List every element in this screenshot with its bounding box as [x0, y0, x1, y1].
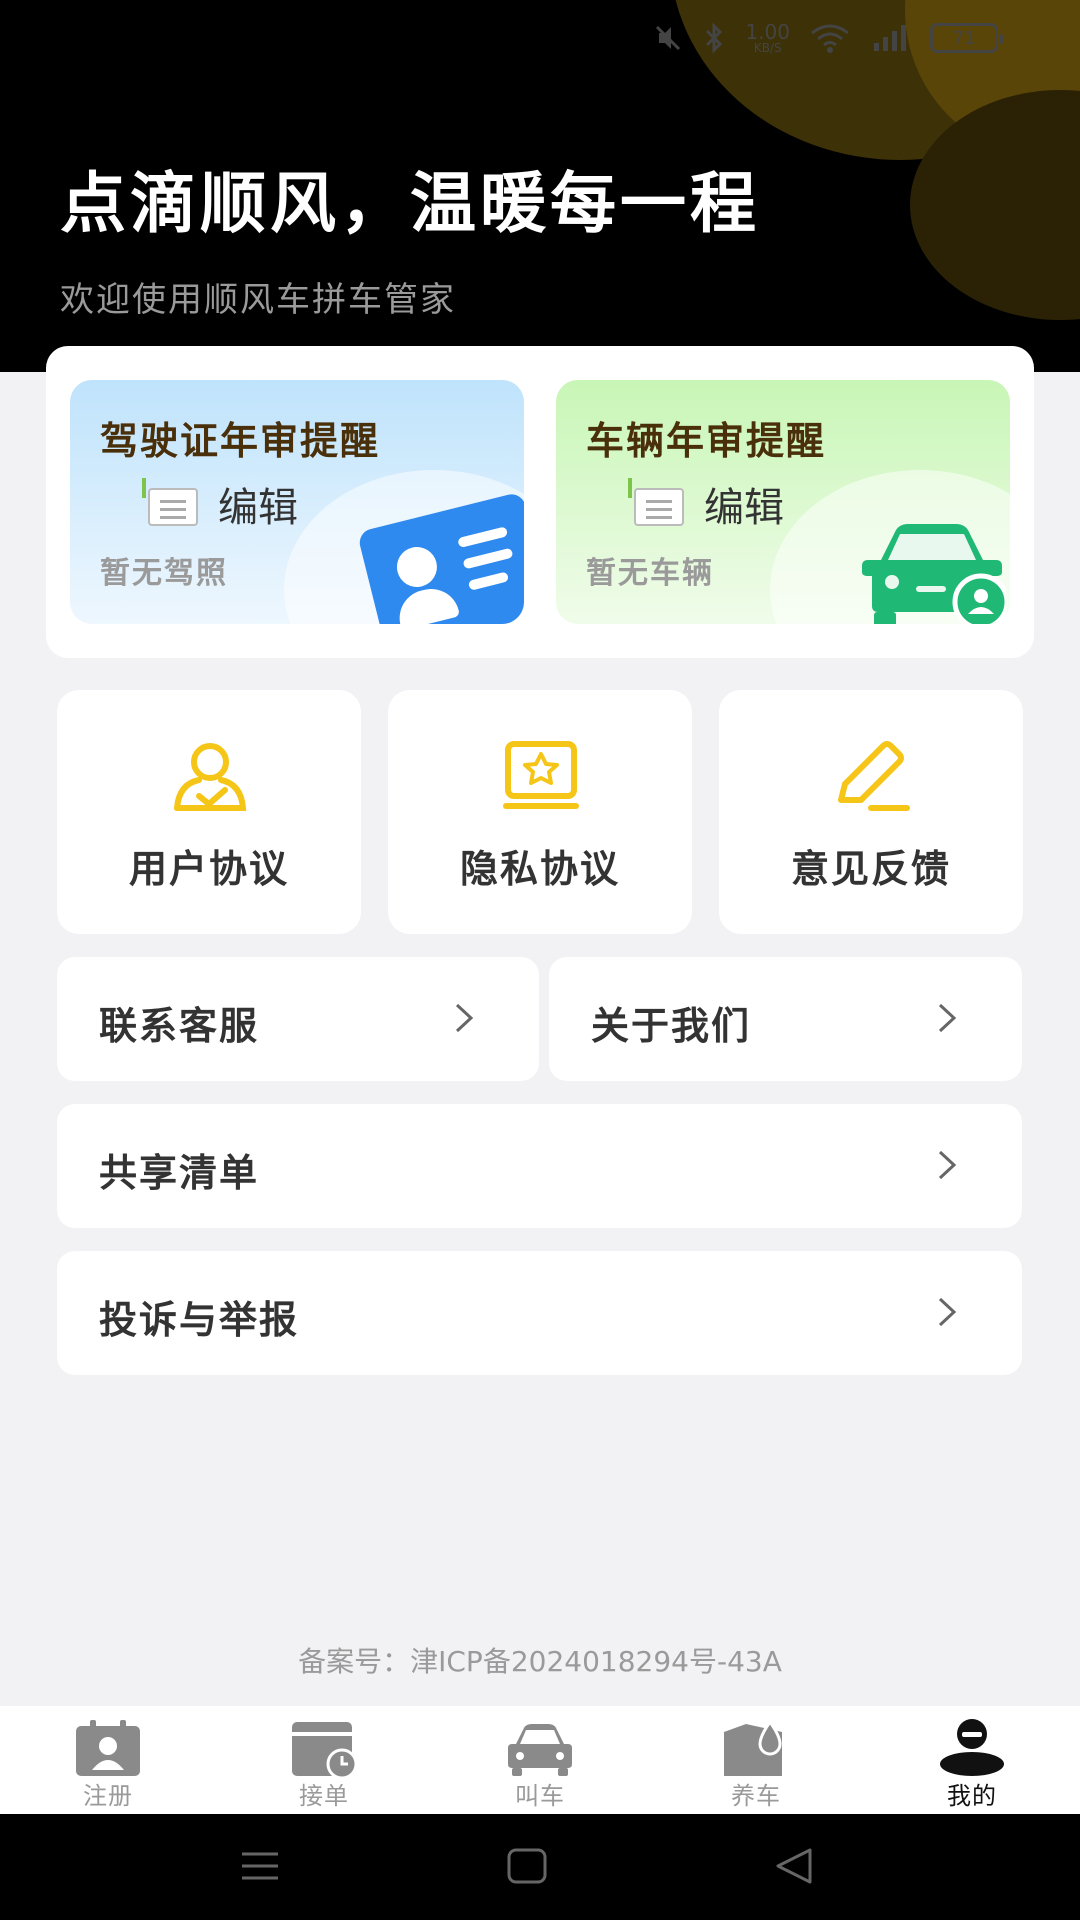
privacy-agreement-card[interactable]: 隐私协议	[388, 690, 692, 934]
menu-icon[interactable]	[238, 1846, 282, 1886]
icp-record: 备案号：津ICP备2024018294号-43A	[298, 1645, 782, 1678]
network-speed: 1.00 KB/S	[745, 22, 790, 54]
tab-mine[interactable]: 我的	[864, 1706, 1080, 1814]
license-edit-button[interactable]: 编辑	[140, 475, 298, 533]
system-nav-bar	[0, 1814, 1080, 1920]
share-list-label: 共享清单	[99, 1151, 260, 1195]
tab-register-label: 注册	[83, 1782, 133, 1810]
bottom-tab-bar: 注册 接单 叫车 养车 我的	[0, 1706, 1080, 1814]
license-reminder-card[interactable]: 驾驶证年审提醒 编辑 暂无驾照	[70, 380, 524, 624]
home-icon[interactable]	[505, 1846, 549, 1886]
license-edit-label: 编辑	[218, 485, 298, 531]
tab-car-care[interactable]: 养车	[648, 1706, 864, 1814]
car-icon	[508, 1724, 572, 1776]
back-icon[interactable]	[772, 1846, 816, 1886]
feedback-label: 意见反馈	[790, 847, 951, 891]
license-reminder-title: 驾驶证年审提醒	[100, 419, 381, 463]
wifi-icon	[811, 24, 849, 53]
car-owner-icon	[862, 524, 1006, 624]
profile-icon	[940, 1719, 1004, 1776]
contact-service-label: 联系客服	[99, 1004, 260, 1048]
register-icon	[76, 1720, 140, 1776]
tab-call-car-label: 叫车	[515, 1782, 565, 1810]
vehicle-status: 暂无车辆	[586, 556, 714, 591]
page-title: 点滴顺风，温暖每一程	[60, 165, 760, 242]
chevron-right-icon	[938, 1003, 957, 1033]
tab-call-car[interactable]: 叫车	[432, 1706, 648, 1814]
privacy-agreement-label: 隐私协议	[459, 847, 620, 891]
license-status: 暂无驾照	[100, 556, 228, 591]
feedback-card[interactable]: 意见反馈	[719, 690, 1023, 934]
page-subtitle: 欢迎使用顺风车拼车管家	[60, 280, 456, 320]
pen-feedback-icon	[838, 741, 910, 811]
vehicle-edit-label: 编辑	[704, 485, 784, 531]
bluetooth-icon	[706, 22, 723, 54]
mute-icon	[656, 25, 681, 51]
edit-document-icon	[626, 478, 686, 530]
user-agreement-card[interactable]: 用户协议	[57, 690, 361, 934]
vehicle-reminder-card[interactable]: 车辆年审提醒 编辑 暂无车辆	[556, 380, 1010, 624]
chevron-right-icon	[938, 1297, 957, 1327]
complaint-report-label: 投诉与举报	[99, 1298, 300, 1342]
about-us-row[interactable]: 关于我们	[549, 957, 1022, 1081]
user-agreement-icon	[174, 743, 247, 811]
tab-orders[interactable]: 接单	[216, 1706, 432, 1814]
user-agreement-label: 用户协议	[128, 847, 289, 891]
car-care-icon	[724, 1719, 782, 1776]
reminder-panel: 驾驶证年审提醒 编辑 暂无驾照 车辆年审提醒 编辑 暂无车辆	[46, 346, 1034, 658]
chevron-right-icon	[938, 1150, 957, 1180]
edit-document-icon	[140, 478, 200, 530]
vehicle-reminder-title: 车辆年审提醒	[586, 419, 827, 463]
battery-indicator: 71	[930, 23, 1003, 53]
share-list-row[interactable]: 共享清单	[57, 1104, 1022, 1228]
chevron-right-icon	[455, 1003, 474, 1033]
about-us-label: 关于我们	[591, 1004, 752, 1048]
complaint-report-row[interactable]: 投诉与举报	[57, 1251, 1022, 1375]
tab-car-care-label: 养车	[731, 1782, 781, 1810]
privacy-star-icon	[503, 741, 579, 809]
network-speed-unit: KB/S	[753, 41, 782, 55]
status-bar: 1.00 KB/S 71	[653, 22, 1003, 54]
header-banner: 1.00 KB/S 71 点滴顺风，温暖每一程 欢迎使用顺风车拼车管家	[0, 0, 1080, 372]
battery-level: 71	[952, 27, 976, 49]
calendar-clock-icon	[292, 1722, 358, 1778]
tab-register[interactable]: 注册	[0, 1706, 216, 1814]
vehicle-edit-button[interactable]: 编辑	[626, 475, 784, 533]
tab-orders-label: 接单	[299, 1782, 349, 1810]
contact-service-row[interactable]: 联系客服	[57, 957, 539, 1081]
network-speed-value: 1.00	[745, 20, 790, 44]
signal-icon	[874, 25, 906, 51]
tab-mine-label: 我的	[947, 1782, 997, 1810]
